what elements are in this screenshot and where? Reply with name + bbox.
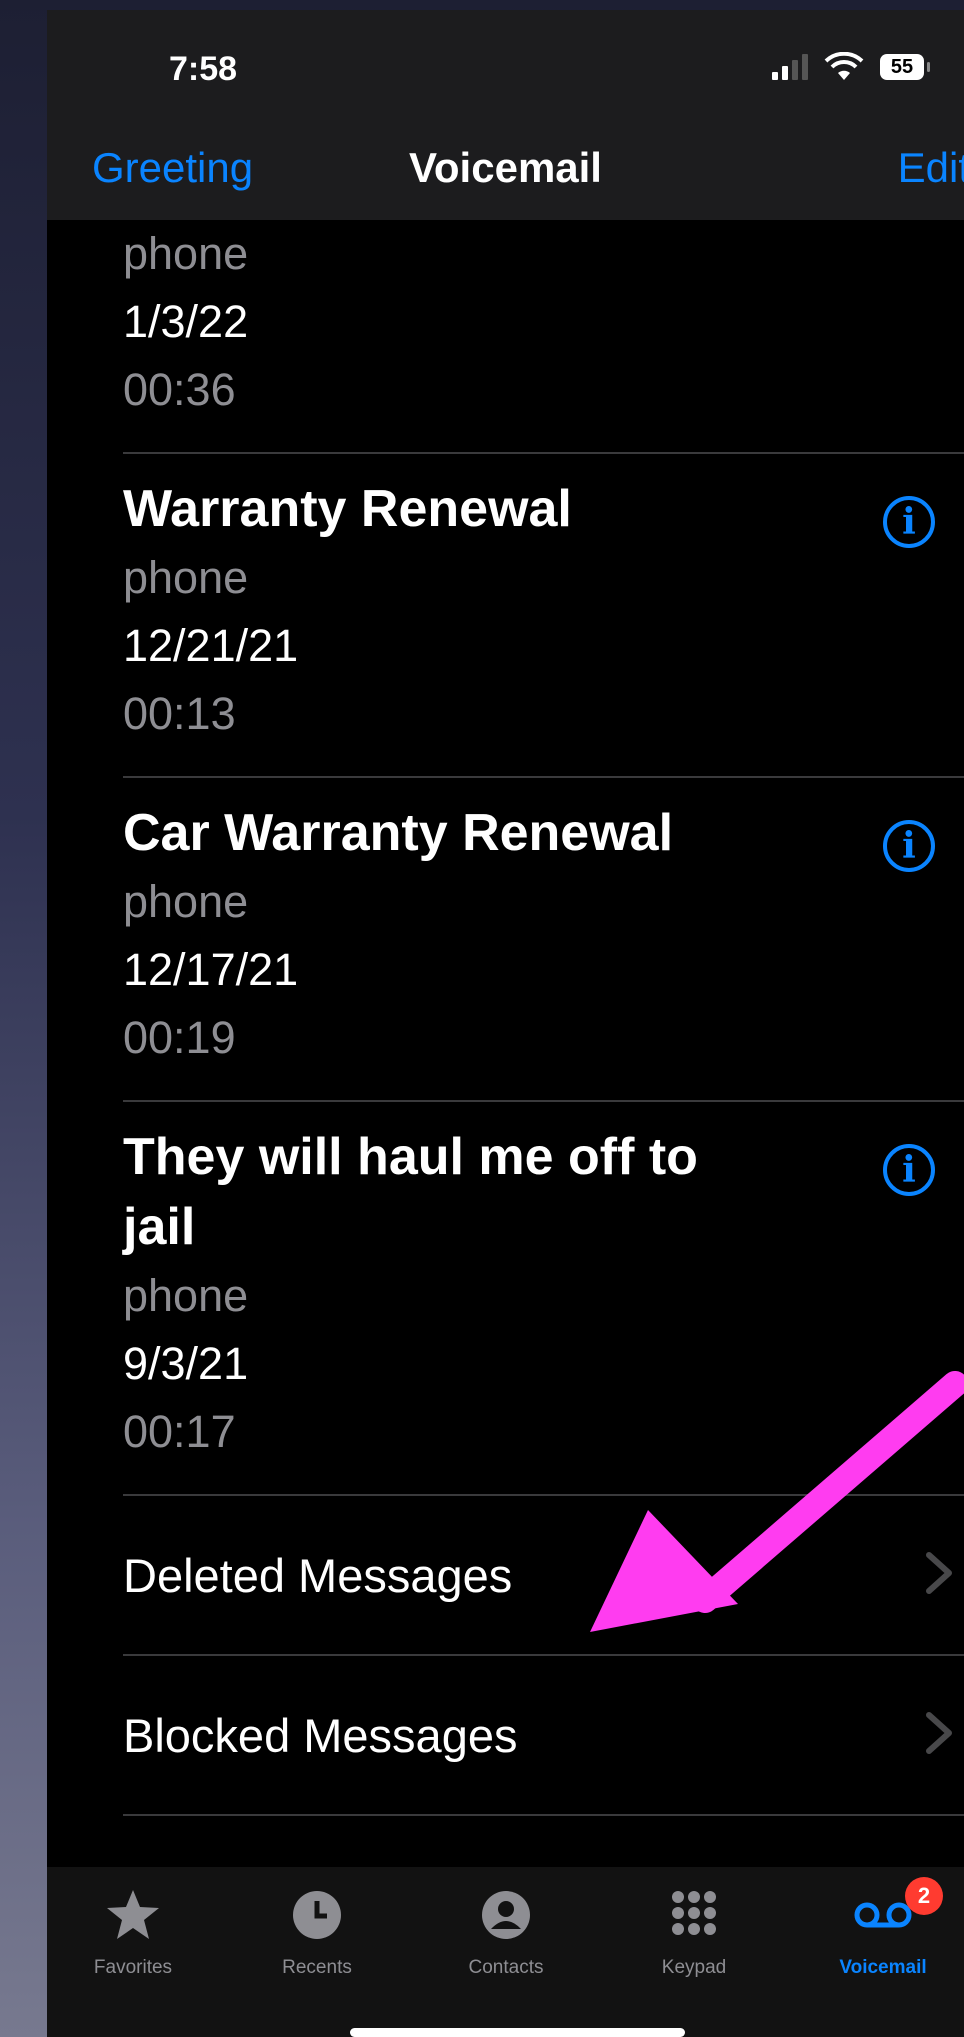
voicemail-title: They will haul me off to jail (123, 1128, 698, 1256)
voicemail-date: 1/3/22 (123, 296, 249, 347)
navigation-bar: Greeting Voicemail Edit (47, 120, 964, 220)
tab-bar: Favorites Recents Contacts Keypad 2 Voic… (47, 1867, 964, 2037)
tab-voicemail[interactable]: 2 Voicemail (823, 1877, 943, 1979)
status-icons: 55 (772, 52, 930, 82)
wifi-icon (824, 52, 864, 80)
phone-screen: 7:58 55 Greeting Voicemail Edit phone 1/… (47, 10, 964, 2037)
tab-keypad[interactable]: Keypad (634, 1887, 754, 1979)
tab-favorites[interactable]: Favorites (73, 1887, 193, 1979)
voicemail-subtitle: phone (123, 552, 249, 603)
voicemail-subtitle: phone (123, 876, 249, 927)
voicemail-item[interactable]: i Car Warranty Renewal phone 12/17/21 00… (123, 778, 964, 1102)
blocked-messages-row[interactable]: Blocked Messages (123, 1656, 964, 1816)
status-time: 7:58 (169, 50, 238, 88)
voicemail-subtitle: phone (123, 228, 249, 279)
tab-label: Voicemail (839, 1957, 927, 1978)
tab-contacts[interactable]: Contacts (446, 1887, 566, 1979)
battery-icon: 55 (880, 54, 930, 80)
chevron-right-icon (926, 1712, 952, 1754)
status-bar: 7:58 55 (47, 10, 964, 120)
voicemail-date: 12/21/21 (123, 620, 299, 671)
voicemail-title: Car Warranty Renewal (123, 804, 674, 862)
tab-label: Favorites (93, 1957, 173, 1978)
voicemail-duration: 00:36 (123, 364, 236, 415)
voicemail-item[interactable]: phone 1/3/22 00:36 (123, 148, 964, 454)
star-icon (107, 1890, 159, 1939)
info-icon[interactable]: i (883, 820, 935, 872)
deleted-messages-row[interactable]: Deleted Messages (123, 1496, 964, 1656)
deleted-messages-label: Deleted Messages (123, 1548, 513, 1602)
keypad-icon (672, 1891, 716, 1935)
voicemail-duration: 00:17 (123, 1406, 236, 1457)
voicemail-icon (854, 1902, 912, 1928)
voicemail-date: 9/3/21 (123, 1338, 249, 1389)
tab-label: Recents (282, 1957, 352, 1978)
tab-label: Keypad (661, 1957, 727, 1978)
voicemail-item[interactable]: i Warranty Renewal phone 12/21/21 00:13 (123, 454, 964, 778)
home-indicator[interactable] (350, 2028, 685, 2037)
unread-badge: 2 (905, 1877, 943, 1915)
chevron-right-icon (926, 1552, 952, 1594)
voicemail-duration: 00:19 (123, 1012, 236, 1063)
edit-button[interactable]: Edit (898, 144, 964, 192)
info-icon[interactable]: i (883, 496, 935, 548)
page-title: Voicemail (409, 144, 602, 191)
cellular-signal-icon (772, 54, 808, 80)
battery-level: 55 (890, 55, 914, 78)
blocked-messages-label: Blocked Messages (123, 1708, 518, 1762)
info-icon[interactable]: i (883, 1144, 935, 1196)
voicemail-duration: 00:13 (123, 688, 236, 739)
voicemail-date: 12/17/21 (123, 944, 299, 995)
voicemail-subtitle: phone (123, 1270, 249, 1321)
voicemail-title: Warranty Renewal (123, 480, 572, 538)
clock-icon (293, 1891, 341, 1939)
tab-label: Contacts (468, 1957, 544, 1978)
person-circle-icon (482, 1891, 530, 1939)
voicemail-item[interactable]: i They will haul me off to jail phone 9/… (123, 1102, 964, 1496)
tab-recents[interactable]: Recents (257, 1887, 377, 1979)
voicemail-list: phone 1/3/22 00:36 i Warranty Renewal ph… (47, 148, 964, 1816)
